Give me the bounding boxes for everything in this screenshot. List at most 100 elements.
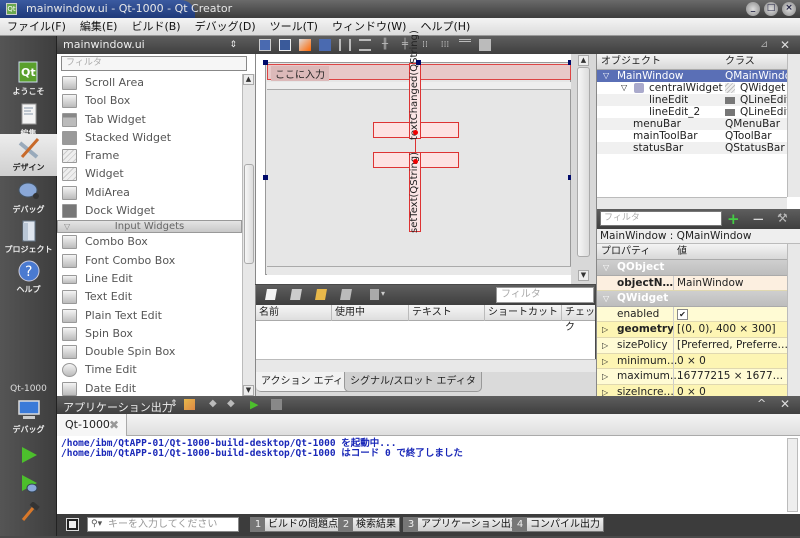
menu-debug[interactable]: デバッグ(D) xyxy=(188,18,263,36)
menu-file[interactable]: ファイル(F) xyxy=(0,18,73,36)
widget-item[interactable]: Scroll Area xyxy=(57,74,242,92)
widget-item[interactable]: Date Edit xyxy=(57,380,242,396)
widget-item[interactable]: Time Edit xyxy=(57,361,242,379)
widget-item[interactable]: Combo Box xyxy=(57,233,242,251)
add-property-icon[interactable]: + xyxy=(727,210,740,228)
action-filter-input[interactable]: フィルタ xyxy=(496,287,594,303)
tree-row[interactable]: ▽ MainWindow QMainWindow xyxy=(597,70,800,82)
resize-handle[interactable] xyxy=(416,60,421,65)
scroll-thumb[interactable] xyxy=(244,164,254,264)
widget-list-scrollbar[interactable]: ▲ ▼ xyxy=(242,74,255,396)
col-checkable[interactable]: チェック xyxy=(562,305,602,333)
close-button[interactable]: × xyxy=(782,2,796,16)
col-class[interactable]: クラス xyxy=(725,54,755,69)
copy-action-icon[interactable] xyxy=(290,289,302,300)
col-object[interactable]: オブジェクト xyxy=(601,54,661,69)
property-group[interactable]: ▽ QObject xyxy=(597,260,787,276)
object-inspector-hscroll[interactable] xyxy=(597,197,787,209)
widget-filter-input[interactable]: フィルタ xyxy=(61,56,247,71)
col-text[interactable]: テキスト xyxy=(409,305,485,321)
menu-help[interactable]: ヘルプ(H) xyxy=(413,18,477,36)
stop-icon[interactable] xyxy=(271,399,282,410)
layout-grid-icon[interactable]: ⁞⁞⁞ xyxy=(439,39,451,51)
run-icon[interactable] xyxy=(20,446,38,464)
tree-row[interactable]: ▽ centralWidget QWidget xyxy=(597,82,800,94)
previous-icon[interactable]: ◆ xyxy=(209,398,217,409)
rerun-icon[interactable]: ▶ xyxy=(250,398,258,411)
dropdown-icon[interactable]: ▾ xyxy=(381,289,385,298)
edit-widgets-icon[interactable] xyxy=(259,39,271,51)
search-results-button[interactable]: 2 検索結果 xyxy=(338,517,400,532)
layout-vertical-icon[interactable] xyxy=(359,39,371,51)
tree-row[interactable]: lineEdit QLineEdit xyxy=(597,94,800,106)
tree-row[interactable]: statusBar QStatusBar xyxy=(597,142,800,154)
property-row[interactable]: enabled ✔ xyxy=(597,306,787,323)
layout-splitter-h-icon[interactable]: ╫ xyxy=(379,39,391,51)
scroll-down-icon[interactable]: ▼ xyxy=(578,270,589,281)
widget-item[interactable]: Double Spin Box xyxy=(57,343,242,361)
property-row[interactable]: ▷ sizeIncre… 0 × 0 xyxy=(597,384,787,396)
scroll-up-icon[interactable]: ▲ xyxy=(578,55,589,66)
signal-label[interactable]: textChanged(QString) xyxy=(409,30,421,140)
paste-action-icon[interactable] xyxy=(315,289,327,300)
build-hammer-icon[interactable] xyxy=(20,502,40,522)
clear-output-icon[interactable] xyxy=(184,399,195,410)
slot-label[interactable]: setText(QString) xyxy=(409,152,421,233)
col-name[interactable]: 名前 xyxy=(256,305,332,321)
property-group[interactable]: ▽ QWidget xyxy=(597,291,787,307)
property-row[interactable]: ▷ maximum… 16777215 × 1677… xyxy=(597,369,787,385)
layout-form-icon[interactable]: ⁞⁞ xyxy=(419,39,431,51)
mode-debug[interactable]: デバッグ xyxy=(0,176,57,218)
widget-item[interactable]: Line Edit xyxy=(57,270,242,288)
widget-item[interactable]: Tab Widget xyxy=(57,111,242,129)
configure-icon[interactable]: ⚒ xyxy=(777,211,788,225)
output-scrollbar[interactable] xyxy=(787,438,798,512)
widget-item[interactable]: Font Combo Box xyxy=(57,252,242,270)
scroll-down-icon[interactable]: ▼ xyxy=(243,385,254,396)
output-tab[interactable]: Qt-1000 ✖ xyxy=(57,414,127,436)
tab-signal-slot-editor[interactable]: シグナル/スロット エディタ xyxy=(344,372,482,392)
edit-tab-order-icon[interactable] xyxy=(319,39,331,51)
document-selector[interactable]: mainwindow.ui ⇕ xyxy=(57,36,255,54)
scroll-thumb[interactable] xyxy=(577,67,590,257)
menu-build[interactable]: ビルド(B) xyxy=(124,18,187,36)
edit-signals-slots-icon[interactable] xyxy=(279,39,291,51)
adjust-size-icon[interactable] xyxy=(479,39,491,51)
widget-item[interactable]: Dock Widget xyxy=(57,202,242,220)
main-window-form[interactable]: ここに入力 textChanged(QString) setText(QStri… xyxy=(265,30,571,275)
property-row[interactable]: ▷ minimum… 0 × 0 xyxy=(597,353,787,370)
target-selector[interactable]: デバッグ xyxy=(0,396,57,438)
debug-run-icon[interactable] xyxy=(20,474,40,494)
lock-icon[interactable]: ⊿ xyxy=(760,39,772,51)
menu-window[interactable]: ウィンドウ(W) xyxy=(325,18,413,36)
widget-item[interactable]: Text Edit xyxy=(57,288,242,306)
close-editor-icon[interactable]: ✕ xyxy=(780,39,792,51)
action-hscroll[interactable] xyxy=(256,359,596,372)
updown-icon[interactable]: ⇕ xyxy=(170,399,178,409)
mode-help[interactable]: ? ヘルプ xyxy=(0,256,57,298)
col-used[interactable]: 使用中 xyxy=(332,305,409,321)
property-filter-input[interactable]: フィルタ xyxy=(600,211,722,226)
compile-output-button[interactable]: 4 コンパイル出力 xyxy=(512,517,604,532)
category-input-widgets[interactable]: ▽ Input Widgets xyxy=(57,220,242,234)
tree-row[interactable]: lineEdit_2 QLineEdit xyxy=(597,106,800,118)
widget-item[interactable]: Tool Box xyxy=(57,92,242,110)
break-layout-icon[interactable] xyxy=(459,39,471,51)
mode-welcome[interactable]: Qt ようこそ xyxy=(0,58,57,100)
resize-handle[interactable] xyxy=(263,175,268,180)
property-row[interactable]: ▷ geometry [(0, 0), 400 × 300] xyxy=(597,322,787,338)
minimize-button[interactable]: _ xyxy=(746,2,760,16)
menu-edit[interactable]: 編集(E) xyxy=(73,18,125,36)
canvas-scrollbar[interactable]: ▲ ▼ xyxy=(571,54,596,284)
tree-row[interactable]: mainToolBar QToolBar xyxy=(597,130,800,142)
menu-tools[interactable]: ツール(T) xyxy=(263,18,325,36)
widget-item[interactable]: Frame xyxy=(57,147,242,165)
property-row[interactable]: ▷ sizePolicy [Preferred, Preferre… xyxy=(597,337,787,354)
widget-item[interactable]: Plain Text Edit xyxy=(57,307,242,325)
col-shortcut[interactable]: ショートカット xyxy=(485,305,562,321)
mode-design[interactable]: デザイン xyxy=(0,134,57,176)
object-inspector-vscroll[interactable] xyxy=(787,54,800,197)
application-output-button[interactable]: 3 アプリケーション出力 xyxy=(403,517,525,532)
delete-action-icon[interactable] xyxy=(340,289,352,300)
property-row[interactable]: objectN… MainWindow xyxy=(597,275,787,292)
